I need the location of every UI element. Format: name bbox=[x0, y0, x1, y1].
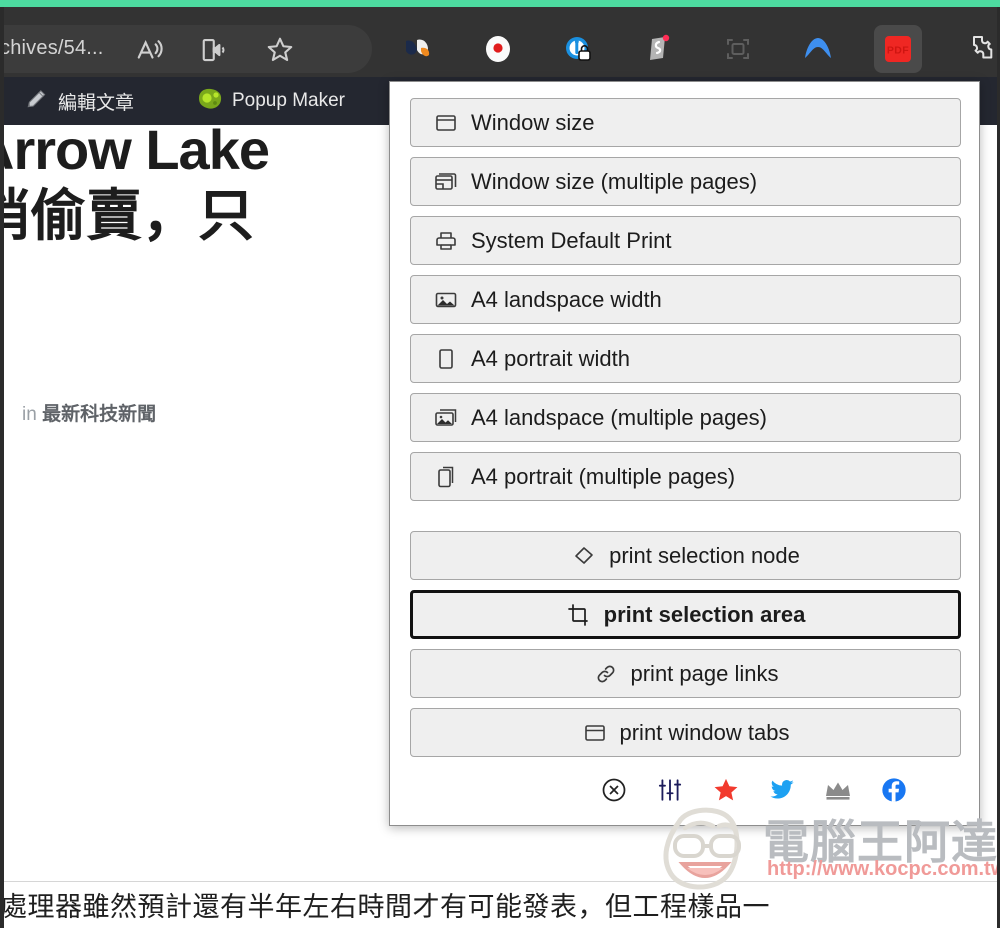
amoeba-icon bbox=[196, 86, 224, 117]
menu-item-label: A4 portrait (multiple pages) bbox=[471, 463, 736, 489]
image-landscape-multi-icon bbox=[433, 405, 459, 431]
panel-footer bbox=[410, 767, 959, 813]
menu-item-label: A4 landspace width bbox=[471, 286, 662, 312]
star-rate-icon[interactable] bbox=[711, 775, 741, 805]
crown-premium-icon[interactable] bbox=[823, 775, 853, 805]
window-left-edge bbox=[0, 7, 4, 928]
meta-category-link[interactable]: 最新科技新聞 bbox=[42, 404, 156, 425]
menu-item-a4-portrait-multiple[interactable]: A4 portrait (multiple pages) bbox=[410, 452, 961, 501]
read-aloud-icon[interactable] bbox=[135, 35, 165, 65]
accent-bar bbox=[0, 0, 1000, 7]
menu-item-label: print page links bbox=[630, 660, 779, 686]
page-title-line2: 悄偷賣，只 bbox=[4, 184, 254, 248]
page-title-line1: Arrow Lake bbox=[4, 125, 270, 181]
menu-item-a4-landscape-width[interactable]: A4 landspace width bbox=[410, 275, 961, 324]
extension-icon-screen-recorder[interactable] bbox=[474, 25, 522, 73]
menu-item-print-window-tabs[interactable]: print window tabs bbox=[410, 708, 961, 757]
bookmark-edit-post-label: 編輯文章 bbox=[58, 92, 135, 114]
extension-icon-scribe[interactable] bbox=[634, 25, 682, 73]
page-title: Arrow Lake 悄偷賣，只 bbox=[4, 125, 270, 249]
menu-item-window-size-multiple[interactable]: Window size (multiple pages) bbox=[410, 157, 961, 206]
menu-item-label: A4 portrait width bbox=[471, 345, 630, 371]
address-bar[interactable]: chives/54... bbox=[0, 25, 372, 73]
content-divider bbox=[4, 881, 997, 882]
menu-item-window-size[interactable]: Window size bbox=[410, 98, 961, 147]
menu-item-label: print selection node bbox=[609, 542, 800, 568]
window-tabs-icon bbox=[582, 720, 608, 746]
menu-item-label: System Default Print bbox=[471, 227, 672, 253]
sliders-settings-icon[interactable] bbox=[655, 775, 685, 805]
close-circle-icon[interactable] bbox=[599, 775, 629, 805]
image-landscape-icon bbox=[433, 287, 459, 313]
menu-item-label: Window size bbox=[471, 109, 595, 135]
menu-item-print-selection-node[interactable]: print selection node bbox=[410, 531, 961, 580]
crop-area-icon bbox=[566, 602, 592, 628]
menu-item-label: A4 landspace (multiple pages) bbox=[471, 404, 767, 430]
menu-item-label: Window size (multiple pages) bbox=[471, 168, 758, 194]
extension-icon-nordvpn[interactable] bbox=[794, 25, 842, 73]
menu-item-print-selection-area[interactable]: print selection area bbox=[410, 590, 961, 639]
print-options-panel: Window size Window size (multiple pages) bbox=[389, 81, 980, 826]
menu-item-label: print window tabs bbox=[619, 719, 790, 745]
window-icon bbox=[433, 110, 459, 136]
screenshot-root: chives/54... PDF 編輯文章 Popup Maker rrow L… bbox=[0, 0, 1000, 928]
page-portrait-icon bbox=[433, 346, 459, 372]
extensions-puzzle-icon[interactable] bbox=[954, 25, 1000, 73]
menu-item-label: print selection area bbox=[603, 601, 806, 627]
window-multi-icon bbox=[433, 169, 459, 195]
bookmark-popup-maker-label: Popup Maker bbox=[232, 90, 346, 111]
extension-icon-privacy-lock[interactable] bbox=[554, 25, 602, 73]
favorite-star-icon[interactable] bbox=[265, 35, 295, 65]
menu-item-system-default-print[interactable]: System Default Print bbox=[410, 216, 961, 265]
facebook-icon[interactable] bbox=[879, 775, 909, 805]
twitter-icon[interactable] bbox=[767, 775, 797, 805]
menu-item-print-page-links[interactable]: print page links bbox=[410, 649, 961, 698]
extension-icon-colorful-bird[interactable] bbox=[394, 25, 442, 73]
immersive-reader-icon[interactable] bbox=[200, 35, 230, 65]
meta-prefix: in bbox=[22, 404, 43, 425]
printer-icon bbox=[433, 228, 459, 254]
page-body-text: 處理器雖然預計還有半年左右時間才有可能發表，但工程樣品一 bbox=[4, 892, 770, 922]
menu-item-a4-landscape-multiple[interactable]: A4 landspace (multiple pages) bbox=[410, 393, 961, 442]
pencil-icon bbox=[24, 86, 50, 117]
extension-icon-capture-frame[interactable] bbox=[714, 25, 762, 73]
node-diamond-icon bbox=[571, 543, 597, 569]
print-options-list: Window size Window size (multiple pages) bbox=[390, 82, 981, 767]
page-portrait-multi-icon bbox=[433, 464, 459, 490]
address-bar-url: chives/54... bbox=[0, 37, 104, 59]
bookmark-popup-maker[interactable]: Popup Maker bbox=[196, 87, 345, 115]
browser-toolbar: chives/54... PDF bbox=[0, 7, 1000, 77]
link-chain-icon bbox=[593, 661, 619, 687]
svg-text:PDF: PDF bbox=[887, 45, 909, 57]
menu-item-a4-portrait-width[interactable]: A4 portrait width bbox=[410, 334, 961, 383]
page-category-meta: in 最新科技新聞 bbox=[22, 399, 156, 426]
extension-icon-print-pdf[interactable]: PDF bbox=[874, 25, 922, 73]
bookmark-edit-post[interactable]: 編輯文章 bbox=[24, 87, 134, 115]
menu-group-spacer bbox=[410, 511, 961, 531]
